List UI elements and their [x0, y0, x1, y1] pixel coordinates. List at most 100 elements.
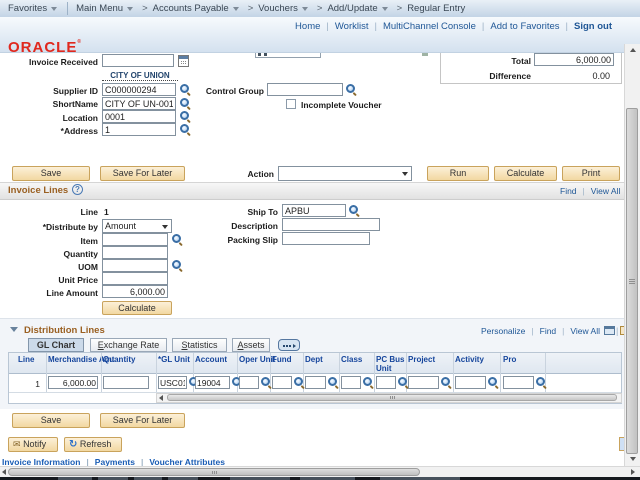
- invoice-received-input[interactable]: [102, 54, 174, 67]
- distribute-by-select[interactable]: Amount: [102, 219, 172, 233]
- grid-scrollbar-thumb[interactable]: [167, 394, 617, 401]
- separator: |: [374, 21, 376, 32]
- scroll-down-arrow[interactable]: [630, 457, 636, 461]
- row-class-input[interactable]: [341, 376, 361, 389]
- home-link[interactable]: Home: [295, 21, 320, 32]
- unit-price-input[interactable]: [102, 272, 168, 285]
- separator: |: [566, 21, 568, 32]
- save-button[interactable]: Save: [12, 166, 90, 181]
- row-pc-bus-unit-input[interactable]: [376, 376, 396, 389]
- column-header-activity: Activity: [455, 355, 484, 364]
- row-pro-lookup-icon[interactable]: [536, 377, 547, 388]
- add-to-favorites-link[interactable]: Add to Favorites: [490, 21, 559, 32]
- row-dept-lookup-icon[interactable]: [328, 377, 339, 388]
- grid-find-link[interactable]: Find: [540, 326, 557, 336]
- shortname-input[interactable]: [102, 97, 176, 110]
- distribute-by-label: *Distribute by: [0, 222, 98, 232]
- action-select[interactable]: [278, 166, 412, 181]
- row-line-number: 1: [10, 379, 40, 389]
- scroll-right-arrow[interactable]: [631, 469, 635, 475]
- total-input[interactable]: [534, 53, 614, 66]
- grid-scroll-left-arrow[interactable]: [159, 395, 163, 401]
- row-fund-input[interactable]: [272, 376, 292, 389]
- row-account-input[interactable]: [195, 376, 230, 389]
- tab-assets[interactable]: Assets: [232, 338, 270, 352]
- notify-button[interactable]: Notify: [8, 437, 58, 452]
- calendar-icon[interactable]: [178, 55, 189, 67]
- breadcrumb-accounts-payable[interactable]: Accounts Payable: [153, 3, 239, 14]
- voucher-attributes-link[interactable]: Voucher Attributes: [149, 457, 225, 466]
- ship-to-input[interactable]: [282, 204, 346, 217]
- breadcrumb-add-update[interactable]: Add/Update: [327, 3, 387, 14]
- row-activity-input[interactable]: [455, 376, 486, 389]
- worklist-link[interactable]: Worklist: [335, 21, 369, 32]
- tab-gl-chart[interactable]: GL Chart: [28, 338, 84, 352]
- row-activity-lookup-icon[interactable]: [488, 377, 499, 388]
- location-lookup-icon[interactable]: [180, 111, 191, 122]
- collapse-triangle-icon[interactable]: [10, 327, 18, 332]
- uom-label: UOM: [0, 262, 98, 272]
- help-icon[interactable]: [72, 184, 83, 195]
- incomplete-voucher-checkbox[interactable]: [286, 99, 296, 109]
- tab-exchange-rate[interactable]: Exchange Rate: [90, 338, 167, 352]
- shortname-lookup-icon[interactable]: [180, 98, 191, 109]
- row-project-lookup-icon[interactable]: [441, 377, 452, 388]
- grid-column-divider: [46, 353, 47, 392]
- line-calculate-button[interactable]: Calculate: [102, 301, 172, 315]
- view-all-link[interactable]: View All: [591, 186, 621, 196]
- control-group-input[interactable]: [267, 83, 343, 96]
- scroll-left-arrow[interactable]: [2, 469, 6, 475]
- personalize-link[interactable]: Personalize: [481, 326, 525, 336]
- row-dept-input[interactable]: [305, 376, 326, 389]
- oracle-logo: ORACLE: [8, 39, 82, 56]
- horizontal-scrollbar-thumb[interactable]: [8, 468, 420, 476]
- zoom-grid-icon[interactable]: [604, 326, 615, 335]
- row-project-input[interactable]: [408, 376, 439, 389]
- row-gl-unit-input[interactable]: [158, 376, 187, 389]
- row-fund-lookup-icon[interactable]: [294, 377, 305, 388]
- distribution-lines-title: Distribution Lines: [24, 325, 105, 336]
- find-link[interactable]: Find: [560, 186, 577, 196]
- supplier-name-link[interactable]: CITY OF UNION: [102, 71, 178, 81]
- print-button[interactable]: Print: [562, 166, 620, 181]
- chevron-down-icon: [51, 7, 57, 11]
- favorites-menu[interactable]: Favorites: [8, 3, 57, 14]
- favorites-label: Favorites: [8, 3, 47, 14]
- sign-out-link[interactable]: Sign out: [574, 21, 612, 32]
- refresh-button[interactable]: Refresh: [64, 437, 122, 452]
- calculate-button[interactable]: Calculate: [494, 166, 557, 181]
- multichannel-console-link[interactable]: MultiChannel Console: [383, 21, 476, 32]
- show-all-columns-button[interactable]: [278, 339, 300, 351]
- run-button[interactable]: Run: [427, 166, 489, 181]
- breadcrumb-vouchers[interactable]: Vouchers: [258, 3, 308, 14]
- scroll-up-arrow[interactable]: [630, 48, 636, 52]
- vertical-scrollbar-thumb[interactable]: [626, 108, 638, 454]
- row-class-lookup-icon[interactable]: [363, 377, 374, 388]
- item-input[interactable]: [102, 233, 168, 246]
- control-group-lookup-icon[interactable]: [346, 84, 357, 95]
- invoice-information-link[interactable]: Invoice Information: [2, 457, 80, 466]
- row-merchandise-amt-input[interactable]: [48, 376, 98, 389]
- tab-statistics[interactable]: Statistics: [172, 338, 227, 352]
- footer-save-button[interactable]: Save: [12, 413, 90, 428]
- uom-lookup-icon[interactable]: [172, 260, 183, 271]
- row-pro-input[interactable]: [503, 376, 534, 389]
- main-menu[interactable]: Main Menu: [76, 3, 133, 14]
- footer-save-for-later-button[interactable]: Save For Later: [100, 413, 185, 428]
- quantity-input[interactable]: [102, 246, 168, 259]
- supplier-id-input[interactable]: [102, 83, 176, 96]
- address-lookup-icon[interactable]: [180, 124, 191, 135]
- row-oper-unit-input[interactable]: [239, 376, 259, 389]
- row-oper-unit-lookup-icon[interactable]: [261, 377, 272, 388]
- row-quantity-input[interactable]: [103, 376, 149, 389]
- save-for-later-button[interactable]: Save For Later: [100, 166, 185, 181]
- payments-link[interactable]: Payments: [95, 457, 135, 466]
- description-input[interactable]: [282, 218, 380, 231]
- uom-input[interactable]: [102, 259, 168, 272]
- ship-to-lookup-icon[interactable]: [349, 205, 360, 216]
- line-amount-input[interactable]: [102, 285, 168, 298]
- packing-slip-input[interactable]: [282, 232, 370, 245]
- grid-view-all-link[interactable]: View All: [570, 326, 600, 336]
- address-input[interactable]: [102, 123, 176, 136]
- location-input[interactable]: [102, 110, 176, 123]
